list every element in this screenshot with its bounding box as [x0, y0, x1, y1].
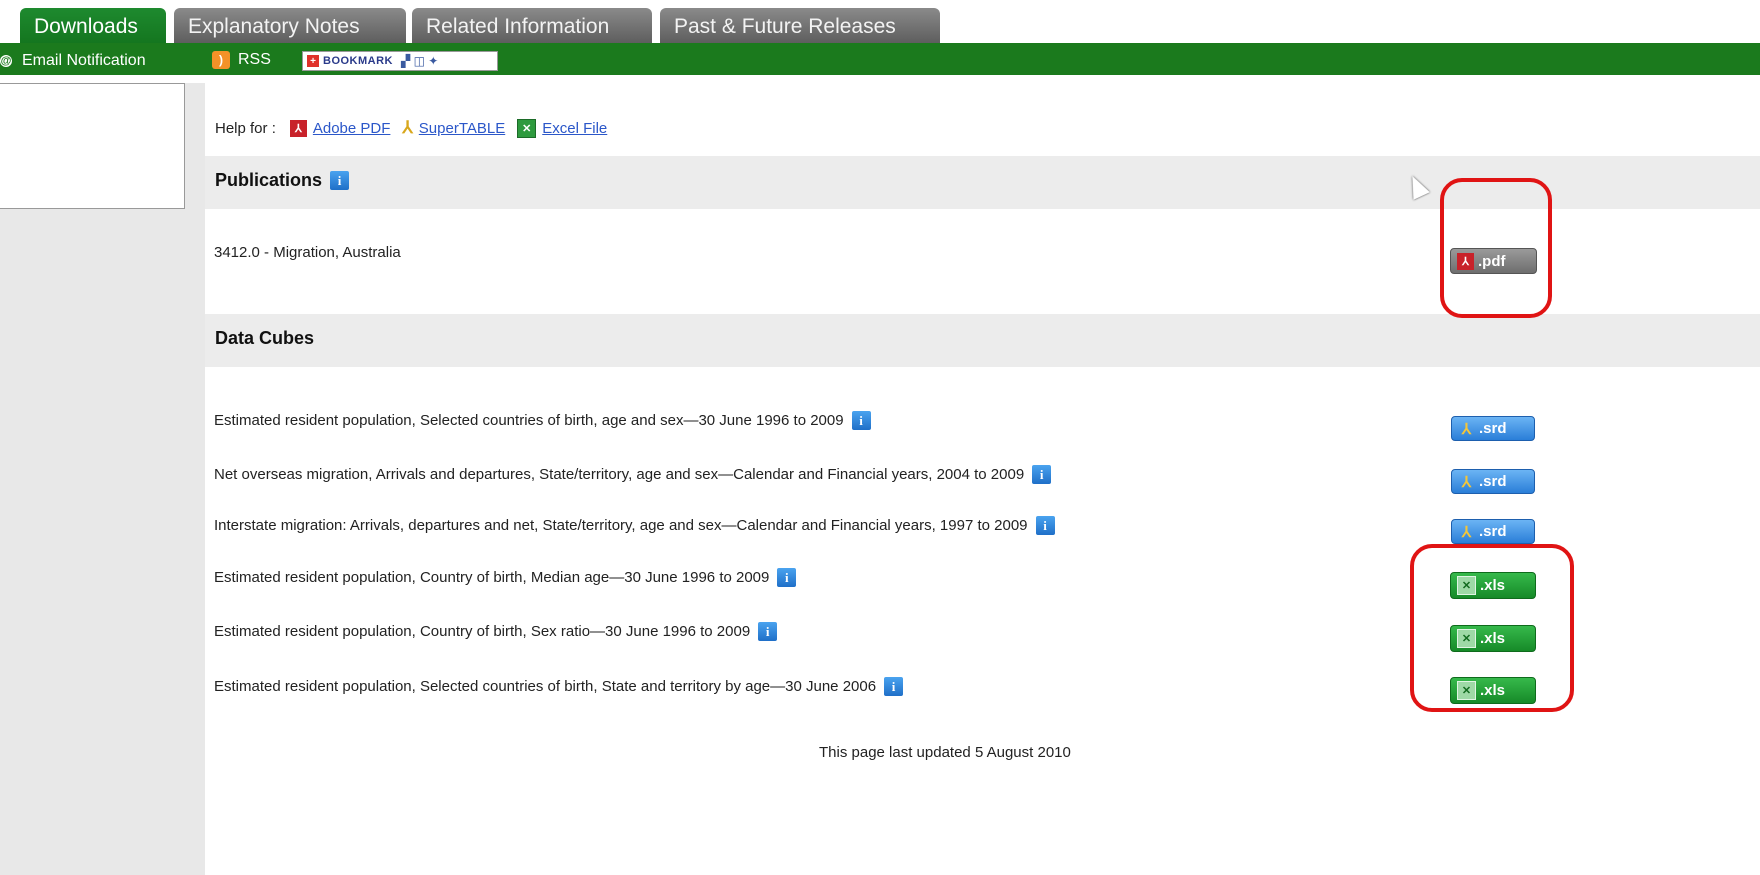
email-notification-label: Email Notification: [22, 52, 146, 69]
data-cube-label: Estimated resident population, Country o…: [214, 623, 751, 640]
help-link-adobe-pdf[interactable]: Adobe PDF: [313, 120, 391, 137]
data-cube-label: Estimated resident population, Selected …: [214, 678, 877, 695]
tab-explanatory-notes[interactable]: Explanatory Notes: [174, 8, 406, 43]
help-link-excel-file[interactable]: Excel File: [542, 120, 607, 137]
email-icon: @: [0, 55, 12, 67]
download-srd-button[interactable]: ⅄ .srd: [1451, 469, 1535, 494]
help-link-supertable[interactable]: SuperTABLE: [419, 120, 505, 137]
plus-icon: +: [307, 55, 319, 67]
help-prefix: Help for :: [215, 119, 276, 137]
supertable-icon: ⅄: [1461, 420, 1472, 438]
pdf-icon: ⅄: [289, 119, 307, 137]
info-icon[interactable]: i: [777, 568, 797, 587]
content-gutter: [185, 83, 205, 875]
button-label: .srd: [1479, 523, 1507, 540]
section-title: Publications i: [215, 170, 350, 191]
xls-highlight-box: [1410, 544, 1574, 712]
data-cube-row: Estimated resident population, Selected …: [214, 677, 904, 696]
last-updated-text: This page last updated 5 August 2010: [819, 744, 1071, 761]
bookmark-label: BOOKMARK: [323, 55, 393, 67]
rss-icon: ): [212, 51, 230, 69]
section-title: Data Cubes: [215, 328, 314, 349]
left-panel: [0, 83, 185, 209]
download-srd-button[interactable]: ⅄ .srd: [1451, 416, 1535, 441]
left-column: [0, 209, 185, 875]
data-cube-label: Estimated resident population, Country o…: [214, 569, 770, 586]
supertable-icon: ⅄: [1461, 523, 1472, 541]
supertable-icon: ⅄: [1461, 473, 1472, 491]
data-cube-row: Estimated resident population, Selected …: [214, 411, 871, 430]
supertable-icon: ⅄: [402, 118, 413, 137]
data-cube-label: Estimated resident population, Selected …: [214, 412, 844, 429]
data-cubes-title: Data Cubes: [215, 328, 315, 348]
excel-icon: ✕: [517, 118, 537, 138]
tab-label: Related Information: [426, 15, 610, 38]
button-label: .srd: [1479, 473, 1507, 490]
tab-label: Past & Future Releases: [674, 15, 896, 38]
help-row: Help for : ⅄ Adobe PDF ⅄ SuperTABLE ✕ Ex…: [215, 118, 619, 138]
email-notification-link[interactable]: @ Email Notification: [0, 52, 146, 70]
publication-label: 3412.0 - Migration, Australia: [214, 244, 401, 261]
info-icon[interactable]: i: [1032, 465, 1052, 484]
info-icon[interactable]: i: [330, 171, 350, 190]
data-cube-row: Net overseas migration, Arrivals and dep…: [214, 465, 1052, 484]
data-cube-label: Interstate migration: Arrivals, departur…: [214, 517, 1028, 534]
pdf-highlight-box: [1440, 178, 1552, 318]
data-cube-label: Net overseas migration, Arrivals and dep…: [214, 466, 1025, 483]
info-icon[interactable]: i: [1035, 516, 1055, 535]
bookmark-services-icon: ▞ ◫ ✦: [401, 54, 439, 68]
info-icon[interactable]: i: [884, 677, 904, 696]
info-icon[interactable]: i: [758, 622, 778, 641]
publication-row: 3412.0 - Migration, Australia: [214, 244, 401, 261]
publications-title: Publications: [215, 170, 323, 190]
download-srd-button[interactable]: ⅄ .srd: [1451, 519, 1535, 544]
tab-label: Explanatory Notes: [188, 15, 360, 38]
tab-downloads[interactable]: Downloads: [20, 8, 166, 43]
bookmark-button[interactable]: + BOOKMARK ▞ ◫ ✦: [302, 51, 498, 71]
data-cube-row: Estimated resident population, Country o…: [214, 568, 797, 587]
info-icon[interactable]: i: [851, 411, 871, 430]
tab-past-future-releases[interactable]: Past & Future Releases: [660, 8, 940, 43]
tab-bar: Downloads Explanatory Notes Related Info…: [0, 0, 1760, 43]
tab-related-information[interactable]: Related Information: [412, 8, 652, 43]
rss-label: RSS: [238, 51, 271, 68]
tab-label: Downloads: [34, 15, 138, 38]
button-label: .srd: [1479, 420, 1507, 437]
rss-link[interactable]: ) RSS: [212, 51, 271, 69]
data-cube-row: Estimated resident population, Country o…: [214, 622, 778, 641]
data-cube-row: Interstate migration: Arrivals, departur…: [214, 516, 1055, 535]
data-cubes-header: Data Cubes: [205, 314, 1760, 367]
